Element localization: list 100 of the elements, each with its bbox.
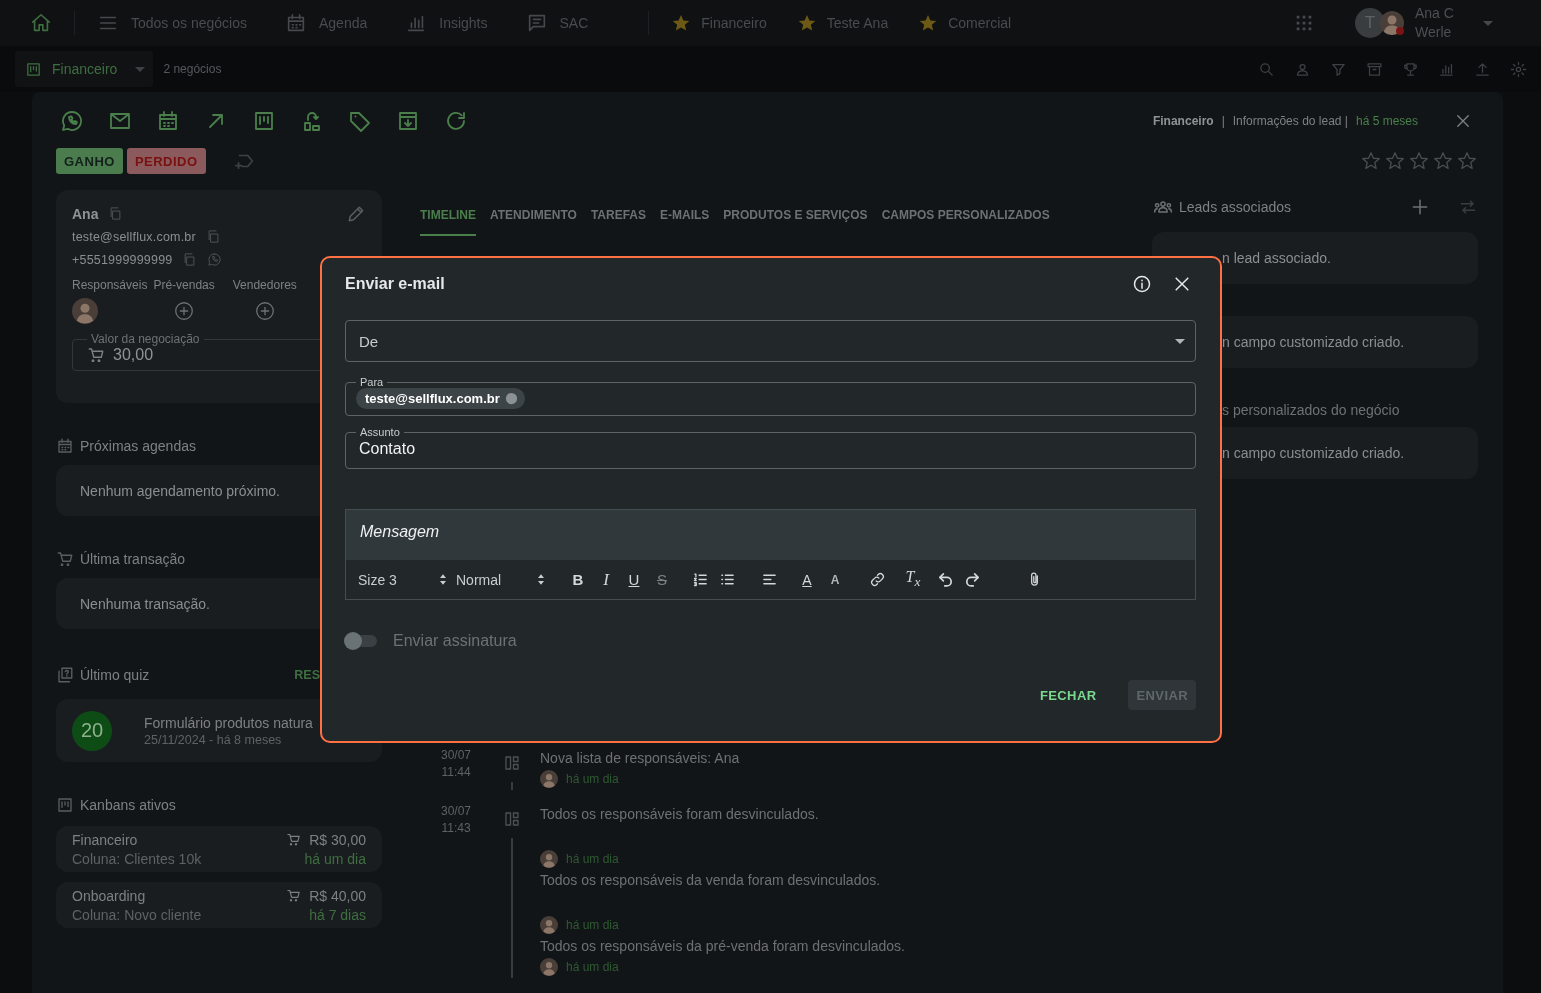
tab[interactable]: TAREFAS bbox=[590, 204, 646, 236]
avatar-icon bbox=[540, 958, 558, 976]
underline-button[interactable]: U bbox=[620, 567, 648, 592]
copy-icon[interactable] bbox=[205, 229, 221, 244]
event-text: Todos os responsáveis foram desvinculados. bbox=[540, 805, 820, 824]
text-input[interactable]: Contato bbox=[356, 438, 1185, 462]
add-icon[interactable] bbox=[1410, 197, 1430, 217]
quiz-icon bbox=[56, 666, 74, 684]
undo-icon[interactable] bbox=[937, 571, 954, 588]
caret-icon[interactable] bbox=[1483, 20, 1493, 26]
star-icon bbox=[1432, 150, 1454, 172]
kanban-card[interactable]: Onboarding Coluna: Novo cliente R$ 40,00 há 7 dias bbox=[56, 882, 382, 928]
toggle-label: Enviar assinatura bbox=[393, 632, 517, 650]
phone-bubble-icon[interactable] bbox=[60, 109, 84, 133]
contact-name: Ana bbox=[72, 205, 99, 222]
board-name: Financeiro bbox=[1152, 114, 1214, 128]
empty-message: n lead associado. bbox=[1222, 250, 1331, 266]
trophy-icon[interactable] bbox=[1402, 60, 1419, 78]
quiz-link[interactable]: RES bbox=[294, 668, 320, 682]
nav-link[interactable]: SAC bbox=[525, 12, 589, 34]
clear-format-button[interactable]: T$_{x}$ bbox=[899, 567, 927, 592]
copy-icon[interactable] bbox=[182, 252, 198, 267]
kanban-icon[interactable] bbox=[252, 109, 276, 133]
calendar-icon[interactable] bbox=[156, 109, 180, 133]
caret-icon bbox=[1175, 338, 1185, 344]
favorite-link[interactable]: Comercial bbox=[918, 13, 1012, 33]
role-label: Pré-vendas bbox=[153, 278, 215, 292]
tab[interactable]: CAMPOS PERSONALIZADOS bbox=[881, 204, 1050, 236]
nav-link[interactable]: Todos os negócios bbox=[97, 12, 247, 34]
status-button[interactable]: PERDIDO bbox=[126, 148, 206, 174]
avatar-icon bbox=[540, 916, 558, 934]
info-icon[interactable] bbox=[1132, 274, 1152, 294]
favorite-link[interactable]: Financeiro bbox=[671, 13, 767, 33]
star-icon bbox=[1408, 150, 1430, 172]
field-label: Para bbox=[359, 376, 385, 388]
copy-icon[interactable] bbox=[108, 206, 124, 221]
home-icon[interactable] bbox=[30, 12, 52, 34]
board-selector[interactable]: Financeiro bbox=[15, 51, 154, 87]
dashboard-icon bbox=[503, 754, 521, 772]
message-field[interactable]: Mensagem bbox=[346, 510, 1195, 560]
event-text: Todos os responsáveis da venda foram desvinculados. bbox=[540, 871, 882, 890]
archive-icon[interactable] bbox=[396, 109, 420, 133]
format-select[interactable]: Normal bbox=[456, 571, 544, 588]
toggle-switch[interactable] bbox=[345, 635, 377, 647]
user-avatar-icon bbox=[1379, 10, 1405, 36]
star-icon bbox=[796, 13, 817, 33]
section-title: Próximas agendas bbox=[80, 438, 196, 454]
dialog-button[interactable]: FECHAR bbox=[1039, 687, 1097, 703]
phone-bubble-icon[interactable] bbox=[207, 252, 223, 267]
quiz-name: Formulário produtos natura bbox=[144, 714, 313, 731]
font-color-button[interactable]: A bbox=[793, 567, 821, 592]
nav-link[interactable]: Agenda bbox=[284, 12, 368, 34]
field-label: Valor da negociação bbox=[90, 332, 201, 346]
tab[interactable]: E-MAILS bbox=[660, 204, 710, 236]
star-icon bbox=[1456, 150, 1478, 172]
to-field[interactable]: Para teste@sellflux.com.br bbox=[345, 376, 1196, 416]
highlight-button[interactable]: A bbox=[821, 567, 849, 592]
updown-icon bbox=[440, 574, 446, 585]
link-icon[interactable] bbox=[869, 571, 886, 588]
role-label: Responsáveis bbox=[72, 278, 148, 292]
dashboard-icon bbox=[503, 810, 521, 828]
archive-icon[interactable] bbox=[1366, 60, 1383, 78]
user-name[interactable]: Ana C Werle bbox=[1415, 4, 1463, 42]
numbered-list-icon[interactable] bbox=[692, 571, 709, 588]
avatar-icon bbox=[540, 770, 558, 788]
search-icon[interactable] bbox=[1258, 60, 1275, 78]
section-title: Última transação bbox=[80, 551, 186, 567]
tab[interactable]: PRODUTOS E SERVIÇOS bbox=[723, 204, 868, 236]
tag-icon[interactable] bbox=[348, 109, 372, 133]
avatar-icon bbox=[540, 850, 558, 868]
upload-icon[interactable] bbox=[1474, 60, 1491, 78]
tab[interactable]: TIMELINE bbox=[420, 204, 476, 236]
event-age: há um dia bbox=[566, 960, 619, 974]
redo-icon[interactable] bbox=[964, 571, 981, 588]
strikethrough-button[interactable]: S bbox=[648, 567, 676, 592]
cart-icon bbox=[286, 832, 302, 847]
favorite-link[interactable]: Teste Ana bbox=[796, 13, 889, 33]
swap-icon[interactable] bbox=[1458, 197, 1478, 217]
event-text: Nova lista de responsáveis: Ana bbox=[540, 749, 740, 768]
kanban-card[interactable]: Financeiro Coluna: Clientes 10k R$ 30,00 há um dia bbox=[56, 826, 382, 872]
deal-count: 2 negócios bbox=[163, 62, 222, 76]
updown-icon bbox=[538, 574, 544, 585]
tab[interactable]: ATENDIMENTO bbox=[490, 204, 577, 236]
add-icon[interactable] bbox=[253, 300, 276, 322]
recipient-chip[interactable]: teste@sellflux.com.br bbox=[356, 388, 525, 409]
contact-phone: +5551999999999 bbox=[72, 252, 173, 267]
refresh-icon[interactable] bbox=[444, 109, 468, 133]
status-button[interactable]: GANHO bbox=[56, 148, 123, 174]
nav-link[interactable]: Insights bbox=[405, 12, 488, 34]
from-select[interactable]: De bbox=[345, 320, 1196, 362]
add-icon[interactable] bbox=[173, 300, 196, 322]
empty-message: Nenhuma transação. bbox=[80, 595, 210, 612]
empty-message: n campo customizado criado. bbox=[1222, 445, 1405, 461]
settings-icon[interactable] bbox=[1510, 60, 1527, 78]
subject-field[interactable]: Assunto Contato bbox=[345, 426, 1196, 469]
italic-button[interactable]: I bbox=[592, 567, 620, 592]
kanban-name: Financeiro bbox=[72, 831, 139, 848]
format-select[interactable]: Size 3 bbox=[358, 571, 446, 588]
star-rating[interactable] bbox=[1360, 150, 1478, 172]
bold-button[interactable]: B bbox=[564, 567, 592, 592]
